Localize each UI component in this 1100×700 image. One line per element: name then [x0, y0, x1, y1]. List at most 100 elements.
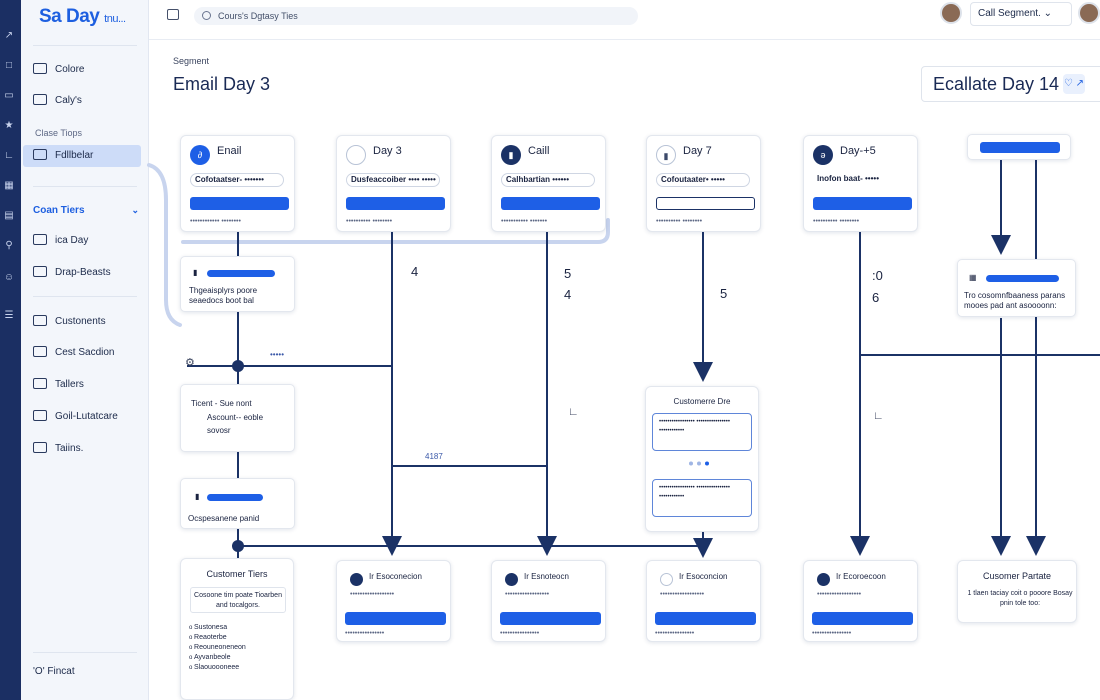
list-item[interactable]: Sustonesa	[189, 623, 246, 633]
card-action-bar[interactable]	[345, 612, 446, 625]
customer-partate-panel[interactable]: Cusomer Partate 1 tlaen taciay coit o po…	[957, 560, 1077, 623]
bottom-card[interactable]: Ir Esoconecion •••••••••••••••••• ••••••…	[336, 560, 451, 642]
panel-title: Cusomer Partate	[982, 571, 1052, 581]
flow-card-day15[interactable]: ə Day-+5 Inofon baat- ••••• •••••••••• •…	[803, 135, 918, 232]
edge-label: 4187	[425, 452, 443, 461]
response-card[interactable]: ▮ Ocspesanene panid	[180, 478, 295, 529]
step-number: 5	[564, 266, 572, 281]
card-caption: •••••••••• ••••••••	[656, 218, 703, 225]
send-icon: ∂	[190, 145, 210, 165]
message-block[interactable]: ••••••••••••••••• •••••••••••••••• •••••…	[652, 413, 752, 451]
card-action-bar[interactable]	[813, 197, 912, 210]
info-icon	[505, 573, 518, 586]
escalate-condition-card[interactable]: ▦ Tro cosomnfbaaness parans mooes pad an…	[957, 259, 1076, 317]
progress-bar	[986, 275, 1059, 282]
card-caption: •••••••••• ••••••••	[346, 218, 393, 225]
condition-card[interactable]: ▮ Thgeaisplyrs poore seaedocs boot bal	[180, 256, 295, 312]
card-text: mooes pad ant asoooonn:	[964, 301, 1057, 310]
escalate-start-node[interactable]	[967, 134, 1071, 160]
ticket-card[interactable]: Ticent - Sue nont Ascount-- eoble sovosr	[180, 384, 295, 452]
progress-bar	[207, 270, 275, 277]
card-action-bar[interactable]	[655, 612, 756, 625]
bottom-card[interactable]: Ir Ecoroecoon •••••••••••••••••• •••••••…	[803, 560, 918, 642]
card-caption: ••••••••••••••••	[500, 630, 540, 637]
card-title: Ir Esnoteocn	[524, 572, 569, 581]
panel-text: 1 tlaen taciay coit o pooore Bosay pnin …	[967, 590, 1073, 607]
lock-icon: ▮	[195, 492, 200, 501]
junction-dot	[232, 540, 244, 552]
flow-card-day3[interactable]: Day 3 Dusfeaccoiber •••• ••••• •••••••••…	[336, 135, 451, 232]
info-icon	[817, 573, 830, 586]
card-caption: ••••••••••••••••	[345, 630, 385, 637]
chart-icon[interactable]: ∟	[873, 410, 884, 422]
card-title: Ir Ecoroecoon	[836, 572, 886, 581]
card-action-bar[interactable]	[346, 197, 445, 210]
card-action-bar[interactable]	[656, 197, 755, 210]
settings-icon[interactable]: ⚙	[185, 356, 195, 369]
chart-icon[interactable]: ∟	[568, 406, 579, 418]
card-caption: ••••••••••••••••	[812, 630, 852, 637]
edge-label: •••••	[270, 350, 285, 359]
card-text: seaedocs boot bal	[189, 296, 254, 305]
message-block[interactable]: ••••••••••••••••• •••••••••••••••• •••••…	[652, 479, 752, 517]
step-number: 4	[564, 287, 572, 302]
card-title: Ir Esoconcion	[679, 572, 728, 581]
customer-tiers-panel[interactable]: Customer Tiers Cosoone tim poate Tioarbe…	[180, 558, 294, 700]
list-item[interactable]: Reaoterbe	[189, 633, 246, 643]
card-title: Caill	[528, 145, 550, 157]
flow-card-email[interactable]: ∂ Enail Cofotaatser- ••••••• •••••••••••…	[180, 135, 295, 232]
card-text: Thgeaisplyrs poore	[189, 286, 258, 295]
tier-list: Sustonesa Reaoterbe Reouneoneneon Ayvanb…	[189, 623, 246, 673]
card-text: ••••••••••••••••••	[817, 591, 862, 598]
list-item[interactable]: Slaouoooneee	[189, 663, 246, 673]
card-title: Ir Esoconecion	[369, 572, 422, 581]
globe-icon	[346, 145, 366, 165]
flow-card-call[interactable]: ▮ Caill Calhbartian •••••• ••••••••••• •…	[491, 135, 606, 232]
card-field[interactable]: Inofon baat- •••••	[813, 173, 907, 187]
description-box: Cosoone tim poate Tioarben and tocalgors…	[190, 587, 286, 613]
phone-icon: ▮	[656, 145, 676, 165]
card-action-bar[interactable]	[500, 612, 601, 625]
card-title: Day 7	[683, 145, 712, 157]
pagination-dots[interactable]	[688, 461, 710, 466]
list-item[interactable]: Reouneoneneon	[189, 643, 246, 653]
card-field[interactable]: Cofotaatser- •••••••	[190, 173, 284, 187]
panel-title: Customer Tiers	[206, 569, 268, 579]
flow-card-day7[interactable]: ▮ Day 7 Cofoutaater• ••••• •••••••••• ••…	[646, 135, 761, 232]
card-title: Day 3	[373, 145, 402, 157]
card-title: Day-+5	[840, 145, 876, 157]
info-icon	[350, 573, 363, 586]
step-number: 6	[872, 290, 880, 305]
card-title: Ticent - Sue nont	[191, 399, 252, 408]
card-text: sovosr	[207, 426, 231, 435]
bottom-card[interactable]: Ir Esnoteocn •••••••••••••••••• ••••••••…	[491, 560, 606, 642]
progress-bar	[207, 494, 263, 501]
lock-icon: ▮	[193, 268, 198, 277]
grid-icon: ▦	[969, 273, 977, 282]
panel-title: Customerre Dre	[673, 397, 731, 406]
card-field[interactable]: Dusfeaccoiber •••• •••••	[346, 173, 440, 187]
card-caption: ••••••••••••••••	[655, 630, 695, 637]
step-number: 5	[720, 286, 728, 301]
phone-icon: ▮	[501, 145, 521, 165]
card-field[interactable]: Cofoutaater• •••••	[656, 173, 750, 187]
card-title: Enail	[217, 145, 242, 157]
card-text: Ascount-- eoble	[207, 413, 264, 422]
card-action-bar[interactable]	[190, 197, 289, 210]
customer-dre-panel[interactable]: Customerre Dre ••••••••••••••••• •••••••…	[645, 386, 759, 532]
card-action-bar[interactable]	[812, 612, 913, 625]
junction-dot	[232, 360, 244, 372]
list-item[interactable]: Ayvanbeole	[189, 653, 246, 663]
step-number: :0	[872, 268, 883, 283]
card-caption: ••••••••••• •••••••	[501, 218, 548, 225]
card-text: Tro cosomnfbaaness parans	[964, 291, 1066, 300]
card-caption: •••••••••• ••••••••	[813, 218, 860, 225]
card-text: ••••••••••••••••••	[350, 591, 395, 598]
card-field[interactable]: Calhbartian ••••••	[501, 173, 595, 187]
card-text: Ocspesanene panid	[188, 514, 260, 523]
step-number: 4	[411, 264, 419, 279]
card-action-bar[interactable]	[501, 197, 600, 210]
info-icon	[660, 573, 673, 586]
node-bar[interactable]	[980, 142, 1060, 153]
bottom-card[interactable]: Ir Esoconcion •••••••••••••••••• •••••••…	[646, 560, 761, 642]
